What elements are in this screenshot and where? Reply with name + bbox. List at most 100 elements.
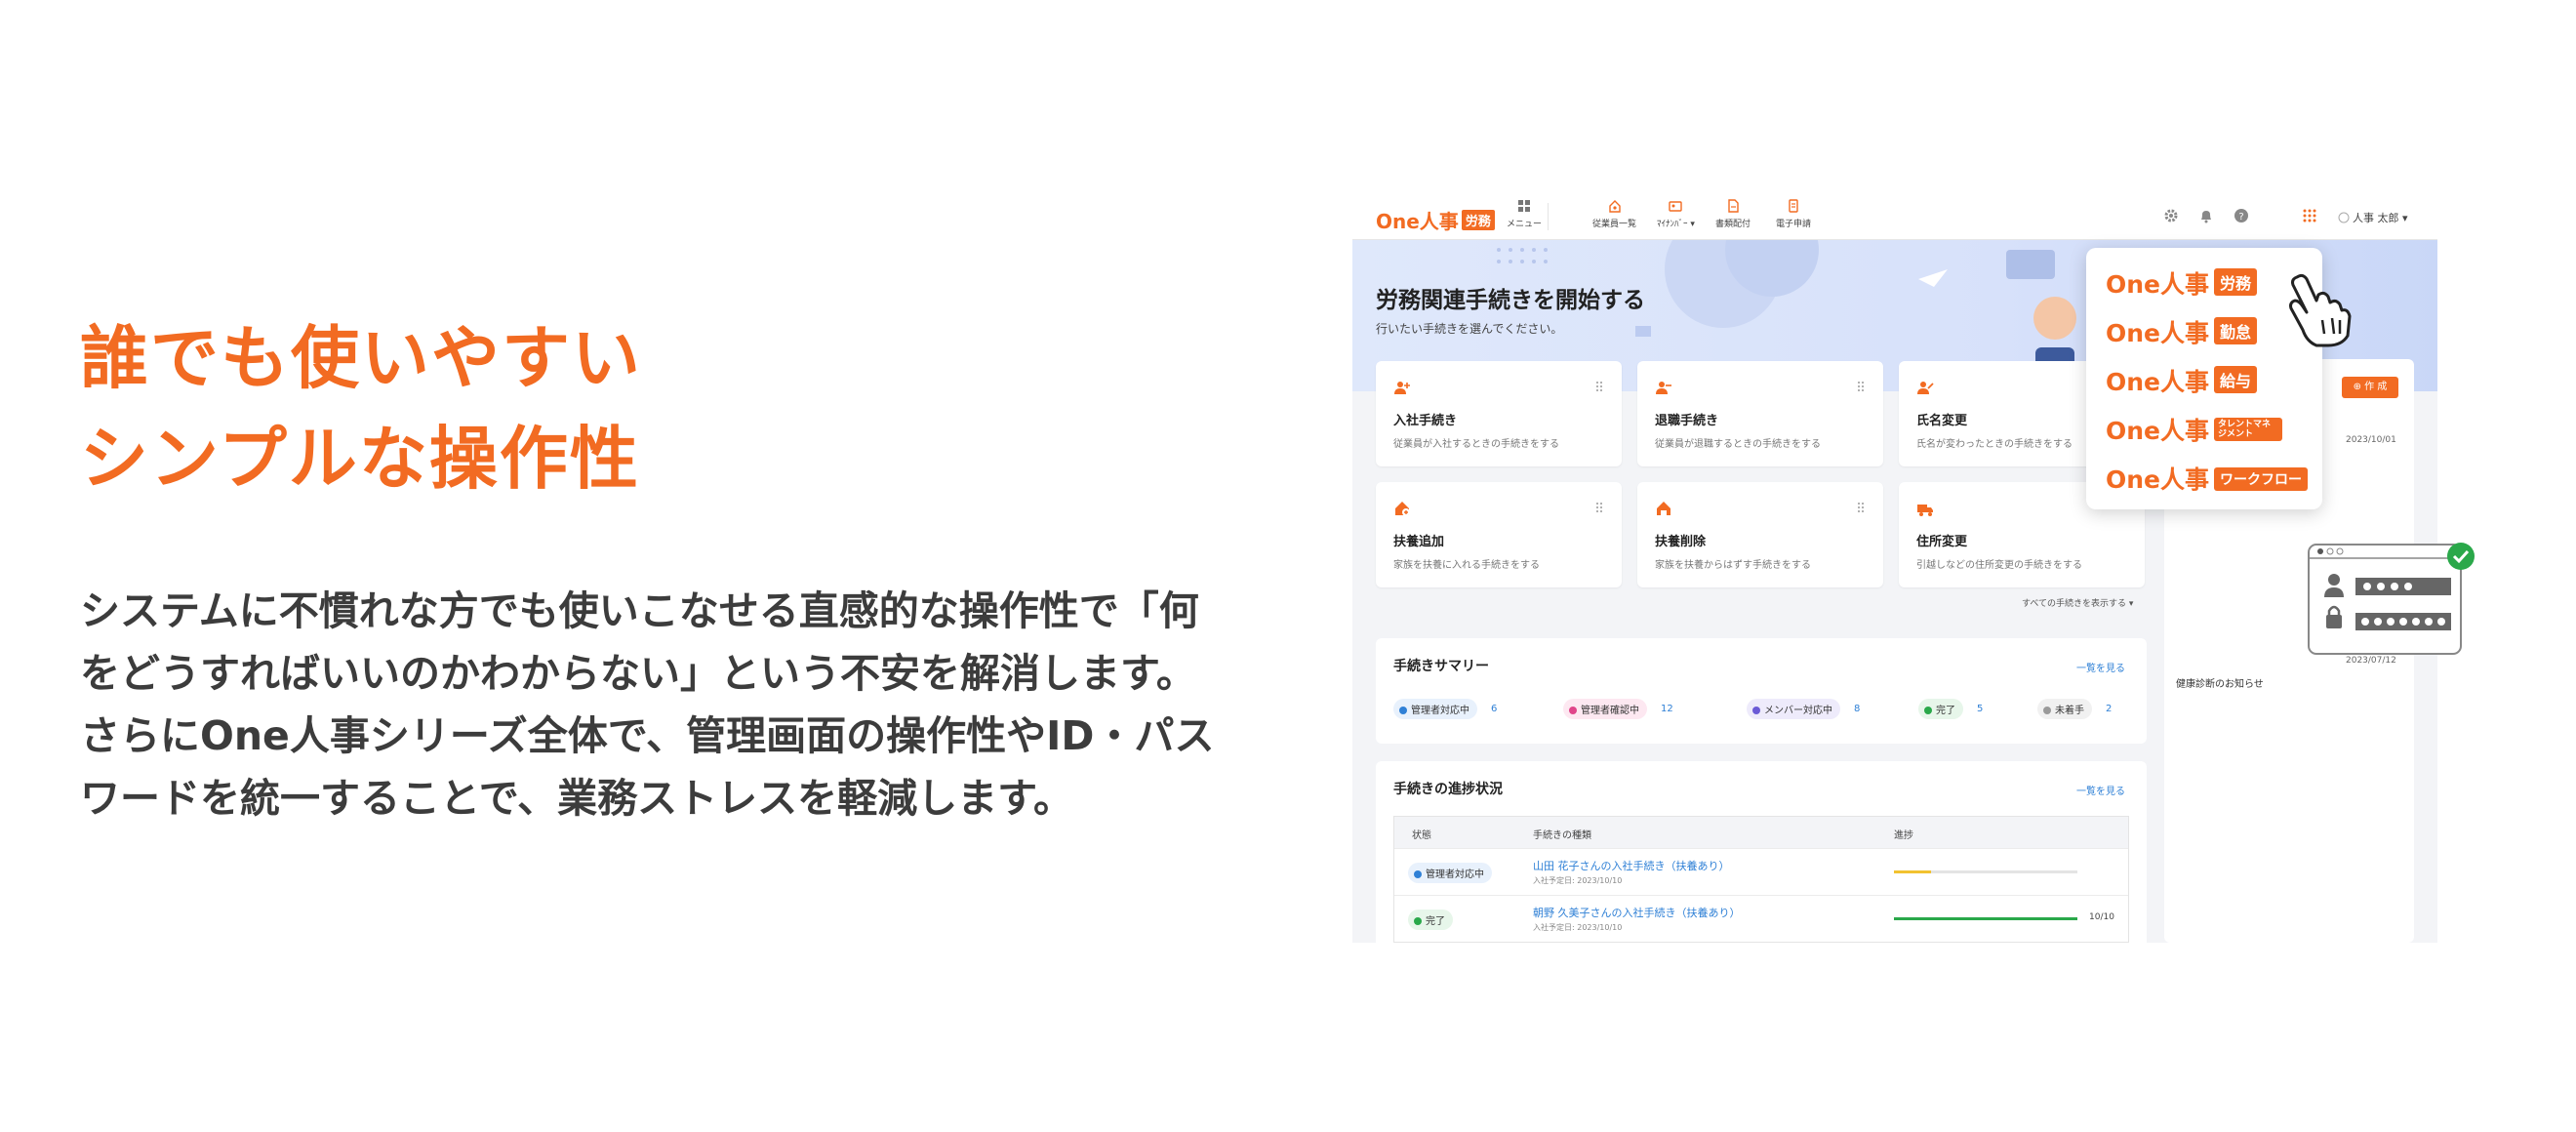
home-plus-icon [1395, 502, 1410, 516]
top-bar: One人事 労務 メニュー 従業員一覧 ﾏｲﾅﾝﾊﾞｰ ▾ 書類配付 電子申請 ?… [1352, 193, 2437, 240]
status-dot-icon [2043, 707, 2051, 714]
nav-e-application[interactable]: 電子申請 [1776, 199, 1811, 236]
body-line-1: システムに不慣れな方でも使いこなせる直感的な操作性で「何 [80, 587, 1199, 634]
drag-handle-icon[interactable] [1856, 381, 1866, 392]
hero-title: 労務関連手続きを開始する [1376, 288, 1645, 313]
summary-title: 手続きサマリー [1393, 659, 1489, 674]
hero-subtitle: 行いたい手続きを選んでください。 [1376, 322, 1563, 336]
procedure-name-link[interactable]: 朝野 久美子さんの入社手続き（扶養あり） [1533, 905, 1741, 920]
headline: 誰でも使いやすい シンプルな操作性 [80, 308, 1251, 509]
body-line-2: をどうすればいいのかわからない」という不安を解消します。 [80, 650, 1196, 697]
drag-handle-icon[interactable] [1856, 502, 1866, 513]
card-title: 扶養削除 [1655, 535, 1707, 549]
show-all-procedures-link[interactable]: すべての手続きを表示する ▾ [2022, 596, 2133, 609]
status-dot-icon [1414, 917, 1422, 925]
headline-line-1: 誰でも使いやすい [80, 318, 642, 398]
body-line-4: ワードを統一することで、業務ストレスを軽減します。 [80, 775, 1074, 822]
summary-item-not-started[interactable]: 未着手 2 [2037, 699, 2112, 720]
summary-item-member-handling[interactable]: メンバー対応中 8 [1747, 699, 1860, 720]
card-description: 家族を扶養に入れる手続きをする [1393, 560, 1540, 571]
card-title: 扶養追加 [1393, 535, 1445, 549]
progress-bar-fill [1894, 870, 1931, 873]
bell-icon[interactable] [2197, 207, 2215, 224]
summary-item-complete[interactable]: 完了 5 [1918, 699, 1983, 720]
card-description: 従業員が入社するときの手続きをする [1393, 439, 1559, 450]
product-item-workflow[interactable]: One人事 ワークフロー [2106, 461, 2309, 496]
pointer-hand-icon [2289, 273, 2352, 347]
avatar-icon [2338, 212, 2350, 223]
product-item-talent[interactable]: One人事 タレントマネジメント [2106, 412, 2283, 447]
status-badge: 管理者対応中 [1393, 699, 1477, 719]
nav-menu[interactable]: メニュー [1507, 199, 1542, 236]
id-card-icon [1669, 201, 1683, 212]
user-minus-icon [1656, 382, 1671, 394]
card-description: 従業員が退職するときの手続きをする [1655, 439, 1821, 450]
gear-icon[interactable] [2162, 207, 2180, 224]
column-header-progress: 進捗 [1894, 830, 1913, 841]
grid-icon [1518, 200, 1530, 212]
summary-count: 6 [1491, 704, 1498, 714]
nav-divider [1548, 203, 1549, 230]
procedure-date: 入社予定日: 2023/10/10 [1533, 923, 1623, 932]
status-badge: メンバー対応中 [1747, 699, 1840, 719]
progress-title: 手続きの進捗状況 [1393, 782, 1503, 797]
card-description: 家族を扶養からはずす手続きをする [1655, 560, 1811, 571]
summary-count: 8 [1854, 704, 1861, 714]
card-title: 入社手続き [1393, 414, 1458, 428]
nav-documents[interactable]: 書類配付 [1715, 199, 1751, 236]
app-screenshot: One人事 労務 メニュー 従業員一覧 ﾏｲﾅﾝﾊﾞｰ ▾ 書類配付 電子申請 ?… [1352, 193, 2437, 943]
login-card-illustration [2308, 543, 2475, 655]
body-copy: システムに不慣れな方でも使いこなせる直感的な操作性で「何 をどうすればいいのかわ… [80, 580, 1319, 829]
progress-table: 状態 手続きの種類 進捗 管理者対応中 山田 花子さんの入社手続き（扶養あり） … [1393, 816, 2129, 943]
procedure-name-link[interactable]: 山田 花子さんの入社手続き（扶養あり） [1533, 858, 1730, 873]
table-row[interactable]: 管理者対応中 山田 花子さんの入社手続き（扶養あり） 入社予定日: 2023/1… [1394, 848, 2128, 895]
progress-panel: 手続きの進捗状況 一覧を見る 状態 手続きの種類 進捗 管理者対応中 山田 花子… [1376, 761, 2147, 943]
nav-employees[interactable]: 従業員一覧 [1592, 199, 1636, 236]
card-onboarding[interactable]: 入社手続き 従業員が入社するときの手続きをする [1376, 361, 1622, 466]
column-header-status: 状態 [1412, 830, 1431, 841]
help-icon[interactable]: ? [2233, 207, 2250, 224]
card-description: 氏名が変わったときの手続きをする [1916, 439, 2073, 450]
body-line-3: さらにOne人事シリーズ全体で、管理画面の操作性やID・パス [80, 712, 1215, 759]
svg-text:?: ? [2238, 212, 2243, 222]
summary-panel: 手続きサマリー 一覧を見る 管理者対応中 6 管理者確認中 12 メンバー対応中 8 … [1376, 638, 2147, 744]
product-item-kyuyo[interactable]: One人事 給与 [2106, 363, 2258, 398]
progress-bar-fill [1894, 917, 2077, 920]
card-dependent-remove[interactable]: 扶養削除 家族を扶養からはずす手続きをする [1637, 482, 1883, 587]
summary-count: 2 [2106, 704, 2113, 714]
product-item-roumu[interactable]: One人事 労務 [2106, 265, 2258, 301]
create-button[interactable]: ⊕ 作 成 [2342, 377, 2398, 398]
people-icon [1608, 200, 1621, 213]
card-offboarding[interactable]: 退職手続き 従業員が退職するときの手続きをする [1637, 361, 1883, 466]
card-title: 退職手続き [1655, 414, 1719, 428]
table-row[interactable]: 完了 朝野 久美子さんの入社手続き（扶養あり） 入社予定日: 2023/10/1… [1394, 895, 2128, 942]
status-badge: 完了 [1408, 910, 1453, 930]
card-dependent-add[interactable]: 扶養追加 家族を扶養に入れる手続きをする [1376, 482, 1622, 587]
product-item-kintai[interactable]: One人事 勤怠 [2106, 314, 2258, 349]
drag-handle-icon[interactable] [1594, 502, 1604, 513]
progress-bar [1894, 917, 2077, 920]
summary-count: 5 [1977, 704, 1984, 714]
card-title: 住所変更 [1916, 535, 1968, 549]
progress-view-all-link[interactable]: 一覧を見る [2076, 783, 2125, 797]
status-dot-icon [1399, 707, 1407, 714]
table-header: 状態 手続きの種類 進捗 [1394, 817, 2128, 848]
drag-handle-icon[interactable] [1594, 381, 1604, 392]
notice-date: 2023/10/01 [2346, 435, 2396, 445]
user-plus-icon [1394, 382, 1410, 394]
status-dot-icon [1414, 870, 1422, 878]
summary-view-all-link[interactable]: 一覧を見る [2076, 660, 2125, 674]
home-minus-icon [1657, 502, 1670, 515]
card-description: 引越しなどの住所変更の手続きをする [1916, 560, 2082, 571]
procedure-date: 入社予定日: 2023/10/10 [1533, 876, 1623, 885]
nav-mynumber[interactable]: ﾏｲﾅﾝﾊﾞｰ ▾ [1657, 199, 1695, 236]
progress-value: 10/10 [2089, 912, 2114, 922]
app-logo[interactable]: One人事 労務 [1376, 206, 1495, 234]
apps-grid-icon[interactable] [2301, 207, 2318, 224]
notice-title-link[interactable]: 健康診断のお知らせ [2176, 675, 2264, 690]
summary-item-admin-checking[interactable]: 管理者確認中 12 [1563, 699, 1673, 720]
application-icon [1789, 199, 1798, 213]
user-menu[interactable]: 人事 太郎 ▾ [2338, 210, 2408, 225]
summary-item-admin-handling[interactable]: 管理者対応中 6 [1393, 699, 1497, 720]
status-badge: 管理者確認中 [1563, 699, 1647, 719]
